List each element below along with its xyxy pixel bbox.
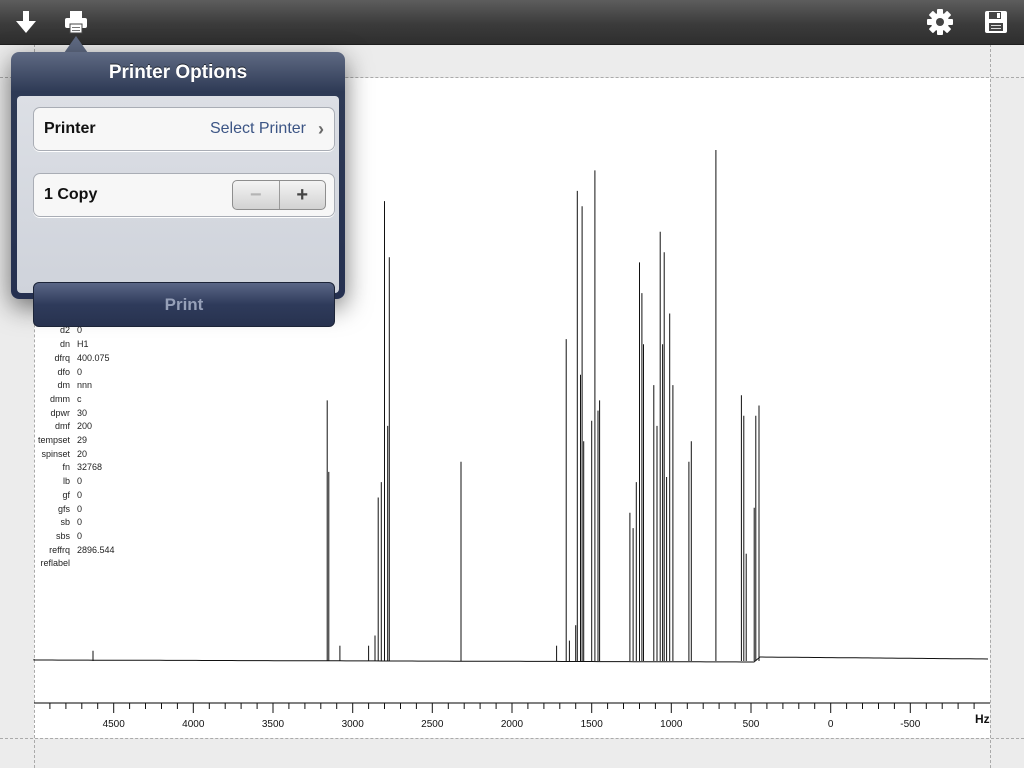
increment-copies-button[interactable]: + <box>280 181 326 209</box>
parameter-name: tempset <box>37 435 70 445</box>
parameter-name: gf <box>62 489 70 500</box>
parameter-name: dmf <box>54 421 70 432</box>
parameter-name: dmm <box>50 393 70 404</box>
x-axis-tick-labels: 4500 4000 3500 3000 2500 2000 1500 1000 500 0 -500 <box>103 719 921 730</box>
popover-title: Printer Options <box>108 62 248 83</box>
spectrum-trace <box>33 656 989 663</box>
parameter-row: dmm c <box>0 394 200 408</box>
parameter-row: reflabel <box>0 558 200 572</box>
x-tick-label: 4000 <box>182 719 205 730</box>
x-axis-unit-label: Hz <box>975 712 990 726</box>
gear-icon <box>927 9 953 35</box>
parameter-value: 0 <box>77 476 83 487</box>
parameter-value: 20 <box>77 448 88 459</box>
parameter-value: 29 <box>77 435 88 445</box>
parameter-value: 0 <box>77 366 83 377</box>
parameter-row: dn H1 <box>0 339 200 353</box>
x-tick-label: 2000 <box>501 719 524 730</box>
printer-value: Select Printer <box>209 120 306 137</box>
parameter-value: 32768 <box>77 462 103 473</box>
parameter-value: 0 <box>77 489 83 500</box>
parameter-name: lb <box>62 476 70 487</box>
parameter-row: reffrq 2896.544 <box>0 545 200 559</box>
parameter-name: sb <box>60 517 70 528</box>
parameter-row: dpwr 30 <box>0 408 200 422</box>
chevron-right-icon: › <box>318 119 324 139</box>
parameter-row: dfo 0 <box>0 367 200 381</box>
parameter-name: dpwr <box>50 407 70 418</box>
parameter-name: dfrq <box>54 352 70 363</box>
popover-arrow <box>64 36 88 53</box>
download-button[interactable] <box>10 6 42 38</box>
parameter-row: d2 0 <box>0 325 200 339</box>
parameter-name: sbs <box>55 530 70 541</box>
printer-options-popover: Printer Options Printer Select Printer ›… <box>11 52 345 327</box>
parameter-name: reflabel <box>40 558 70 569</box>
parameter-name: dm <box>57 380 70 391</box>
x-tick-label: 3500 <box>262 719 285 730</box>
popover-body: Printer Select Printer › 1 Copy − + Prin… <box>17 96 339 327</box>
parameter-row: sbs 0 <box>0 531 200 545</box>
decrement-copies-button[interactable]: − <box>233 181 280 209</box>
copies-label: 1 Copy <box>44 186 98 203</box>
x-tick-label: -500 <box>900 719 920 730</box>
parameter-row: gf 0 <box>0 490 200 504</box>
parameter-name: spinset <box>41 448 70 459</box>
parameter-row: spinset 20 <box>0 449 200 463</box>
parameter-value: 0 <box>77 517 83 528</box>
printer-label: Printer <box>44 120 96 137</box>
parameter-value: 2896.544 <box>77 544 115 555</box>
floppy-disk-icon <box>985 11 1007 33</box>
copies-row: 1 Copy − + <box>33 173 335 217</box>
parameter-row: lb 0 <box>0 476 200 490</box>
x-tick-label: 0 <box>828 719 834 730</box>
parameter-row: tempset 29 <box>0 435 200 449</box>
x-axis-ticks <box>49 703 975 713</box>
parameter-value: c <box>77 393 82 404</box>
printer-icon <box>65 11 87 34</box>
parameter-row: dm nnn <box>0 380 200 394</box>
parameter-row: gfs 0 <box>0 504 200 518</box>
parameter-row: sb 0 <box>0 517 200 531</box>
parameter-value: nnn <box>77 380 93 391</box>
parameter-value: H1 <box>77 339 89 350</box>
parameter-value: 0 <box>77 503 83 514</box>
print-submit-button[interactable]: Print <box>33 282 335 327</box>
x-tick-label: 4500 <box>103 719 126 730</box>
parameter-row: dmf 200 <box>0 421 200 435</box>
settings-button[interactable] <box>924 6 956 38</box>
parameter-value: 30 <box>77 407 88 418</box>
x-tick-label: 2500 <box>421 719 444 730</box>
parameter-row: dfrq 400.075 <box>0 353 200 367</box>
select-printer-row[interactable]: Printer Select Printer › <box>33 107 335 151</box>
parameter-value: 200 <box>77 421 93 432</box>
x-tick-label: 1000 <box>660 719 683 730</box>
parameter-name: fn <box>62 462 70 473</box>
download-arrow-icon <box>16 11 36 33</box>
save-button[interactable] <box>980 6 1012 38</box>
parameter-value: 0 <box>77 530 83 541</box>
copies-stepper: − + <box>232 180 326 210</box>
x-tick-label: 1500 <box>581 719 604 730</box>
parameter-name: dfo <box>57 366 70 377</box>
parameter-row: fn 32768 <box>0 462 200 476</box>
print-button[interactable] <box>60 6 92 38</box>
parameter-name: gfs <box>57 503 70 514</box>
parameter-value: 400.075 <box>77 352 110 363</box>
top-toolbar <box>0 0 1024 45</box>
parameter-name: reffrq <box>49 544 70 555</box>
parameter-name: dn <box>59 339 70 350</box>
x-tick-label: 3000 <box>342 719 365 730</box>
x-tick-label: 500 <box>743 719 760 730</box>
